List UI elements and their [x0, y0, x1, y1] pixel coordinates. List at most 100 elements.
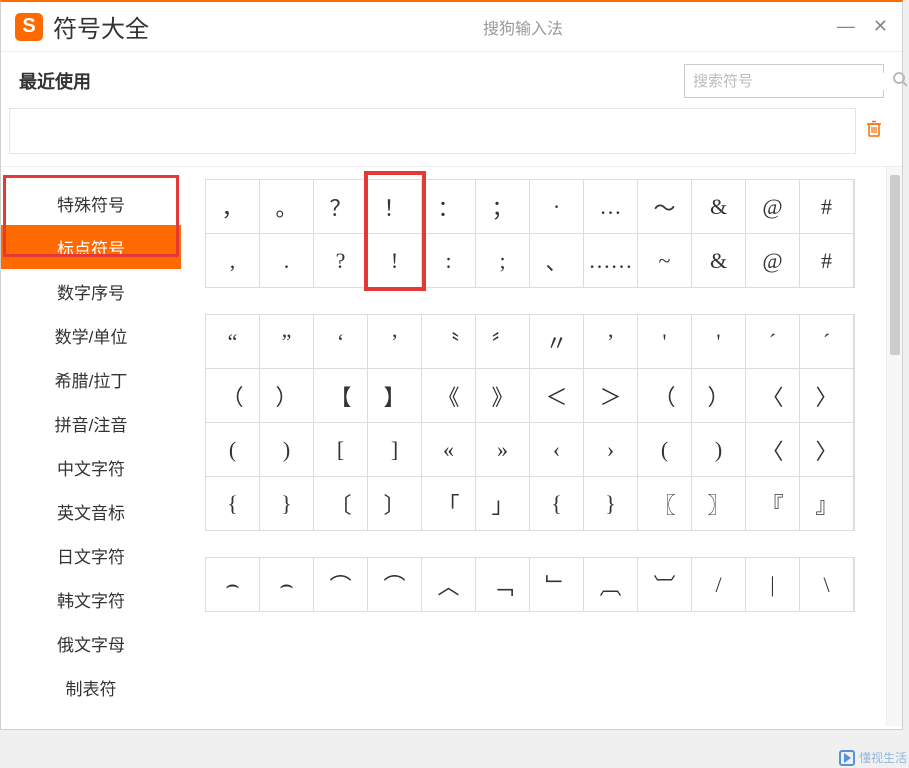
- symbol-cell[interactable]: @: [746, 234, 800, 288]
- symbol-cell[interactable]: ︿: [422, 558, 476, 612]
- symbol-cell[interactable]: 、: [530, 234, 584, 288]
- symbol-cell[interactable]: !: [368, 234, 422, 288]
- symbol-cell[interactable]: ”: [260, 315, 314, 369]
- symbol-cell[interactable]: ’: [584, 315, 638, 369]
- search-icon[interactable]: [892, 71, 908, 92]
- symbol-cell[interactable]: 〉: [800, 423, 854, 477]
- symbol-cell[interactable]: ⌢: [206, 558, 260, 612]
- symbol-cell[interactable]: 〈: [746, 423, 800, 477]
- symbol-cell[interactable]: （: [638, 369, 692, 423]
- symbol-cell[interactable]: 「: [422, 477, 476, 531]
- trash-icon[interactable]: [866, 120, 882, 143]
- symbol-cell[interactable]: /: [692, 558, 746, 612]
- symbol-cell[interactable]: ): [692, 423, 746, 477]
- symbol-cell[interactable]: ›: [584, 423, 638, 477]
- symbol-cell[interactable]: ;: [476, 234, 530, 288]
- symbol-cell[interactable]: ：: [422, 180, 476, 234]
- symbol-cell[interactable]: 〞: [476, 315, 530, 369]
- symbol-cell[interactable]: ﹁: [476, 558, 530, 612]
- symbol-cell[interactable]: &: [692, 234, 746, 288]
- symbol-cell[interactable]: {: [206, 477, 260, 531]
- symbol-cell[interactable]: 〖: [638, 477, 692, 531]
- symbol-cell[interactable]: }: [260, 477, 314, 531]
- scrollbar[interactable]: [886, 167, 902, 726]
- symbol-cell[interactable]: （: [206, 369, 260, 423]
- symbol-cell[interactable]: 》: [476, 369, 530, 423]
- sidebar-item-9[interactable]: 韩文字符: [1, 577, 181, 621]
- sidebar-item-11[interactable]: 制表符: [1, 665, 181, 709]
- symbol-cell[interactable]: \: [800, 558, 854, 612]
- symbol-cell[interactable]: 。: [260, 180, 314, 234]
- symbol-cell[interactable]: ): [260, 423, 314, 477]
- sidebar-item-7[interactable]: 英文音标: [1, 489, 181, 533]
- symbol-cell[interactable]: ，: [206, 180, 260, 234]
- sidebar-item-3[interactable]: 数学/单位: [1, 313, 181, 357]
- symbol-cell[interactable]: ': [638, 315, 692, 369]
- symbol-cell[interactable]: }: [584, 477, 638, 531]
- search-input[interactable]: [693, 73, 892, 90]
- close-button[interactable]: ✕: [873, 16, 888, 37]
- symbol-cell[interactable]: 〃: [530, 315, 584, 369]
- symbol-cell[interactable]: 〉: [800, 369, 854, 423]
- symbol-cell[interactable]: ´: [746, 315, 800, 369]
- symbol-cell[interactable]: &: [692, 180, 746, 234]
- symbol-cell[interactable]: #: [800, 234, 854, 288]
- symbol-cell[interactable]: ？: [314, 180, 368, 234]
- search-box[interactable]: [684, 64, 884, 98]
- sidebar-item-1[interactable]: 标点符号: [1, 225, 181, 269]
- scrollbar-thumb[interactable]: [890, 175, 900, 355]
- symbol-cell[interactable]: ⌒: [314, 558, 368, 612]
- symbol-cell[interactable]: ]: [368, 423, 422, 477]
- sidebar-item-0[interactable]: 特殊符号: [1, 181, 181, 225]
- symbol-cell[interactable]: “: [206, 315, 260, 369]
- symbol-cell[interactable]: :: [422, 234, 476, 288]
- symbol-cell[interactable]: 『: [746, 477, 800, 531]
- symbol-cell[interactable]: [: [314, 423, 368, 477]
- symbol-cell[interactable]: ……: [584, 234, 638, 288]
- symbol-cell[interactable]: ‘: [314, 315, 368, 369]
- symbol-cell[interactable]: ’: [368, 315, 422, 369]
- symbol-cell[interactable]: ~: [638, 234, 692, 288]
- symbol-cell[interactable]: ︹: [584, 558, 638, 612]
- symbol-cell[interactable]: 【: [314, 369, 368, 423]
- symbol-cell[interactable]: ；: [476, 180, 530, 234]
- symbol-cell[interactable]: ！: [368, 180, 422, 234]
- sidebar-item-6[interactable]: 中文字符: [1, 445, 181, 489]
- symbol-cell[interactable]: ﹂: [530, 558, 584, 612]
- symbol-cell[interactable]: …: [584, 180, 638, 234]
- sidebar-item-2[interactable]: 数字序号: [1, 269, 181, 313]
- symbol-cell[interactable]: |: [746, 558, 800, 612]
- symbol-cell[interactable]: (: [206, 423, 260, 477]
- symbol-cell[interactable]: ＞: [584, 369, 638, 423]
- symbol-cell[interactable]: ‹: [530, 423, 584, 477]
- symbol-cell[interactable]: ': [692, 315, 746, 369]
- symbol-cell[interactable]: ·: [530, 180, 584, 234]
- symbol-cell[interactable]: 〔: [314, 477, 368, 531]
- symbol-cell[interactable]: 《: [422, 369, 476, 423]
- symbol-cell[interactable]: ⌒: [368, 558, 422, 612]
- symbol-cell[interactable]: 〝: [422, 315, 476, 369]
- symbol-cell[interactable]: «: [422, 423, 476, 477]
- symbol-cell[interactable]: ＜: [530, 369, 584, 423]
- symbol-cell[interactable]: ,: [206, 234, 260, 288]
- symbol-cell[interactable]: (: [638, 423, 692, 477]
- symbol-cell[interactable]: @: [746, 180, 800, 234]
- symbol-cell[interactable]: ）: [692, 369, 746, 423]
- symbol-cell[interactable]: ～: [638, 180, 692, 234]
- symbol-cell[interactable]: 〗: [692, 477, 746, 531]
- sidebar-item-4[interactable]: 希腊/拉丁: [1, 357, 181, 401]
- sidebar-item-10[interactable]: 俄文字母: [1, 621, 181, 665]
- recent-symbols-strip[interactable]: [9, 108, 856, 154]
- symbol-cell[interactable]: #: [800, 180, 854, 234]
- symbol-cell[interactable]: 】: [368, 369, 422, 423]
- minimize-button[interactable]: —: [837, 16, 855, 37]
- symbol-cell[interactable]: ?: [314, 234, 368, 288]
- symbol-cell[interactable]: ︺: [638, 558, 692, 612]
- sidebar-item-5[interactable]: 拼音/注音: [1, 401, 181, 445]
- symbol-cell[interactable]: »: [476, 423, 530, 477]
- symbol-cell[interactable]: ˊ: [800, 315, 854, 369]
- symbol-cell[interactable]: .: [260, 234, 314, 288]
- symbol-cell[interactable]: ）: [260, 369, 314, 423]
- symbol-cell[interactable]: 〈: [746, 369, 800, 423]
- symbol-cell[interactable]: ⌢: [260, 558, 314, 612]
